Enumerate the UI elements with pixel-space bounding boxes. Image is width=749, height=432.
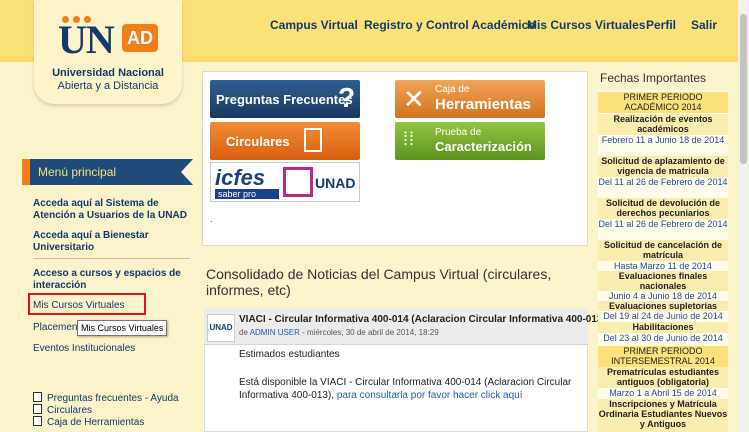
period-heading: PRIMER PERIODO ACADÉMICO 2014	[598, 92, 728, 113]
icfes-logo-text: icfes	[215, 165, 266, 190]
documents-icon	[304, 128, 322, 152]
link-atencion-usuarios[interactable]: Acceda aquí al Sistema de Atención a Usu…	[33, 198, 193, 222]
unad-logo[interactable]: UN AD Universidad Nacional Abierta y a D…	[34, 0, 182, 104]
tile-prueba-big: Caracterización	[435, 139, 532, 154]
logo-ad-badge: AD	[122, 24, 158, 52]
news-section-title: Consolidado de Noticias del Campus Virtu…	[206, 266, 552, 298]
panel-dot: .	[210, 214, 213, 224]
icfes-saber-pro-label: saber pro	[215, 189, 279, 199]
logo-line2: Abierta y a Distancia	[57, 80, 159, 92]
link-acceso-cursos[interactable]: Acceso a cursos y espacios de interacció…	[33, 268, 193, 292]
doc-label: Preguntas frecuentes - Ayuda	[47, 393, 179, 404]
tools-icon: ✕	[403, 84, 425, 114]
period-heading: PRIMER PERIODO INTERSEMESTRAL 2014	[598, 346, 728, 367]
highlight-box	[28, 293, 146, 315]
event-date: Del 19 al 24 de Junio de 2014	[598, 311, 728, 322]
event-title: Evaluaciones supletorias	[598, 301, 728, 311]
tile-prueba-small: Prueba de	[435, 127, 482, 138]
nav-campus-virtual[interactable]: Campus Virtual	[270, 18, 358, 32]
document-icon	[33, 392, 42, 402]
doc-preguntas-frecuentes[interactable]: Preguntas frecuentes - Ayuda	[33, 392, 179, 404]
icfes-saber-pro-banner[interactable]: icfes saber pro UNAD	[210, 162, 360, 202]
news-meta: de ADMIN USER - miércoles, 30 de abril d…	[239, 328, 439, 337]
menu-divider	[33, 258, 190, 259]
tile-caja-big: Herramientas	[435, 96, 531, 113]
news-subject: VIACI - Circular Informativa 400-014 (Ac…	[239, 314, 606, 325]
news-body: Está disponible la VIACI - Circular Info…	[239, 376, 584, 402]
event-title: Evaluaciones finales nacionales	[598, 271, 728, 291]
document-icon	[33, 404, 42, 414]
question-mark-icon: ?	[338, 82, 356, 113]
news-author-avatar[interactable]: UNAD	[207, 314, 235, 342]
event-date: Marzo 1 a Abril 15 de 2014	[598, 388, 728, 399]
checkmark-icon	[283, 167, 313, 197]
event-date: Febrero 11 a Junio 18 de 2014	[598, 135, 728, 156]
news-author-link[interactable]: ADMIN USER	[250, 328, 300, 337]
tile-circulares[interactable]: Circulares	[210, 122, 360, 160]
link-placement[interactable]: Placemen	[33, 322, 77, 333]
scrollbar-thumb[interactable]	[740, 14, 747, 164]
link-eventos-institucionales[interactable]: Eventos Institucionales	[33, 343, 135, 354]
event-date: Hasta Marzo 11 de 2014	[598, 261, 728, 271]
checklist-icon: ⁞⁞	[403, 129, 416, 149]
event-title: Prematrículas estudiantes antiguos (obli…	[598, 367, 728, 388]
event-title: Habilitaciones	[598, 322, 728, 333]
tile-preguntas-label: Preguntas Frecuentes	[216, 92, 353, 107]
event-date: Del 23 al 30 de Junio de 2014	[598, 333, 728, 345]
document-icon	[33, 416, 42, 426]
nav-mis-cursos[interactable]: Mis Cursos Virtuales	[527, 18, 646, 32]
link-bienestar[interactable]: Acceda aquí a Bienestar Universitario	[33, 230, 193, 254]
news-greeting: Estimados estudiantes	[239, 349, 340, 360]
logo-line1: Universidad Nacional	[52, 67, 164, 79]
event-title: Solicitud de aplazamiento de vigencia de…	[598, 156, 728, 177]
icfes-unad-label: UNAD	[315, 175, 356, 191]
tile-caja-herramientas[interactable]: ✕ Caja de Herramientas	[395, 80, 545, 118]
event-title: Realización de eventos académicos	[598, 114, 728, 135]
event-title: Inscripciones y Matrícula Ordinaria Estu…	[598, 399, 728, 432]
menu-principal-header: Menú principal	[22, 159, 193, 185]
tile-prueba-caracterizacion[interactable]: ⁞⁞ Prueba de Caracterización	[395, 122, 545, 160]
nav-perfil[interactable]: Perfil	[646, 18, 676, 32]
news-meta-prefix: de	[239, 328, 248, 337]
nav-registro-control[interactable]: Registro y Control Académico	[364, 18, 536, 32]
tile-caja-small: Caja de	[435, 84, 470, 95]
tile-preguntas-frecuentes[interactable]: Preguntas Frecuentes ?	[210, 80, 360, 118]
doc-circulares[interactable]: Circulares	[33, 404, 92, 416]
tooltip-mis-cursos: Mis Cursos Virtuales	[77, 320, 168, 336]
nav-salir[interactable]: Salir	[691, 18, 717, 32]
event-date: Del 11 al 26 de Febrero de 2014	[598, 219, 728, 240]
event-title: Solicitud de devolución de derechos pecu…	[598, 198, 728, 219]
tile-circulares-label: Circulares	[226, 134, 290, 149]
fechas-importantes-title: Fechas Importantes	[600, 71, 707, 85]
event-date: Junio 4 a Junio 18 de 2014	[598, 291, 728, 301]
logo-un-text: UN	[58, 17, 115, 62]
event-date: Del 11 al 26 de Febrero de 2014	[598, 177, 728, 198]
news-date: - miércoles, 30 de abril de 2014, 18:29	[302, 328, 439, 337]
news-consult-link[interactable]: para consultarla por favor hacer click a…	[337, 390, 523, 401]
doc-label: Caja de Herramientas	[47, 417, 145, 428]
event-title: Solicitud de cancelación de matrícula	[598, 240, 728, 261]
doc-label: Circulares	[47, 405, 93, 416]
doc-caja-herramientas[interactable]: Caja de Herramientas	[33, 416, 144, 428]
